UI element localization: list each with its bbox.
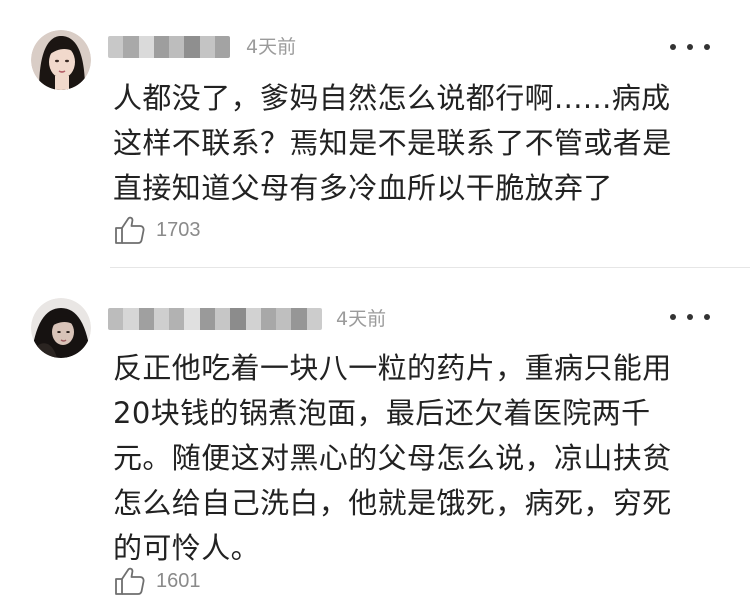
comment-line: 20块钱的锅煮泡面，最后还欠着医院两千 [113,396,651,430]
avatar-photo-icon [31,30,91,90]
more-dots-icon [687,314,693,320]
like-count: 1703 [156,218,201,241]
like-button[interactable]: 1601 [114,566,201,596]
user-avatar[interactable] [31,30,91,90]
comment-text: 人都没了，爹妈自然怎么说都行啊......病成 这样不联系？焉知是不是联系了不管… [113,76,713,211]
more-dots-icon [670,314,676,320]
like-count: 1601 [156,569,201,592]
more-dots-icon [687,44,693,50]
comment-line: 的可怜人。 [113,531,261,565]
thumbs-up-icon [115,567,145,595]
more-dots-icon [670,44,676,50]
comment-text: 反正他吃着一块八一粒的药片，重病只能用 20块钱的锅煮泡面，最后还欠着医院两千 … [113,346,713,571]
comment-time: 4天前 [246,36,297,58]
more-options-button[interactable] [670,307,710,327]
comment-line: 直接知道父母有多冷血所以干脆放弃了 [113,171,613,205]
comment-item: 4天前 反正他吃着一块八一粒的药片，重病只能用 20块钱的锅煮泡面，最后还欠着医… [0,268,750,613]
thumbs-up-icon [115,216,145,244]
username-blurred[interactable] [108,36,230,58]
more-dots-icon [704,44,710,50]
more-options-button[interactable] [670,37,710,57]
comment-item: 4天前 人都没了，爹妈自然怎么说都行啊......病成 这样不联系？焉知是不是联… [0,0,750,268]
comment-line: 这样不联系？焉知是不是联系了不管或者是 [113,126,672,160]
comment-line: 人都没了，爹妈自然怎么说都行啊......病成 [113,81,671,115]
user-avatar[interactable] [31,298,91,358]
comment-time: 4天前 [336,308,387,330]
comment-line: 反正他吃着一块八一粒的药片，重病只能用 [113,351,672,385]
like-button[interactable]: 1703 [114,215,201,245]
comment-line: 怎么给自己洗白，他就是饿死，病死，穷死 [113,486,672,520]
comment-line: 元。随便这对黑心的父母怎么说，凉山扶贫 [113,441,672,475]
username-blurred[interactable] [108,308,322,330]
avatar-photo-icon [31,298,91,358]
more-dots-icon [704,314,710,320]
